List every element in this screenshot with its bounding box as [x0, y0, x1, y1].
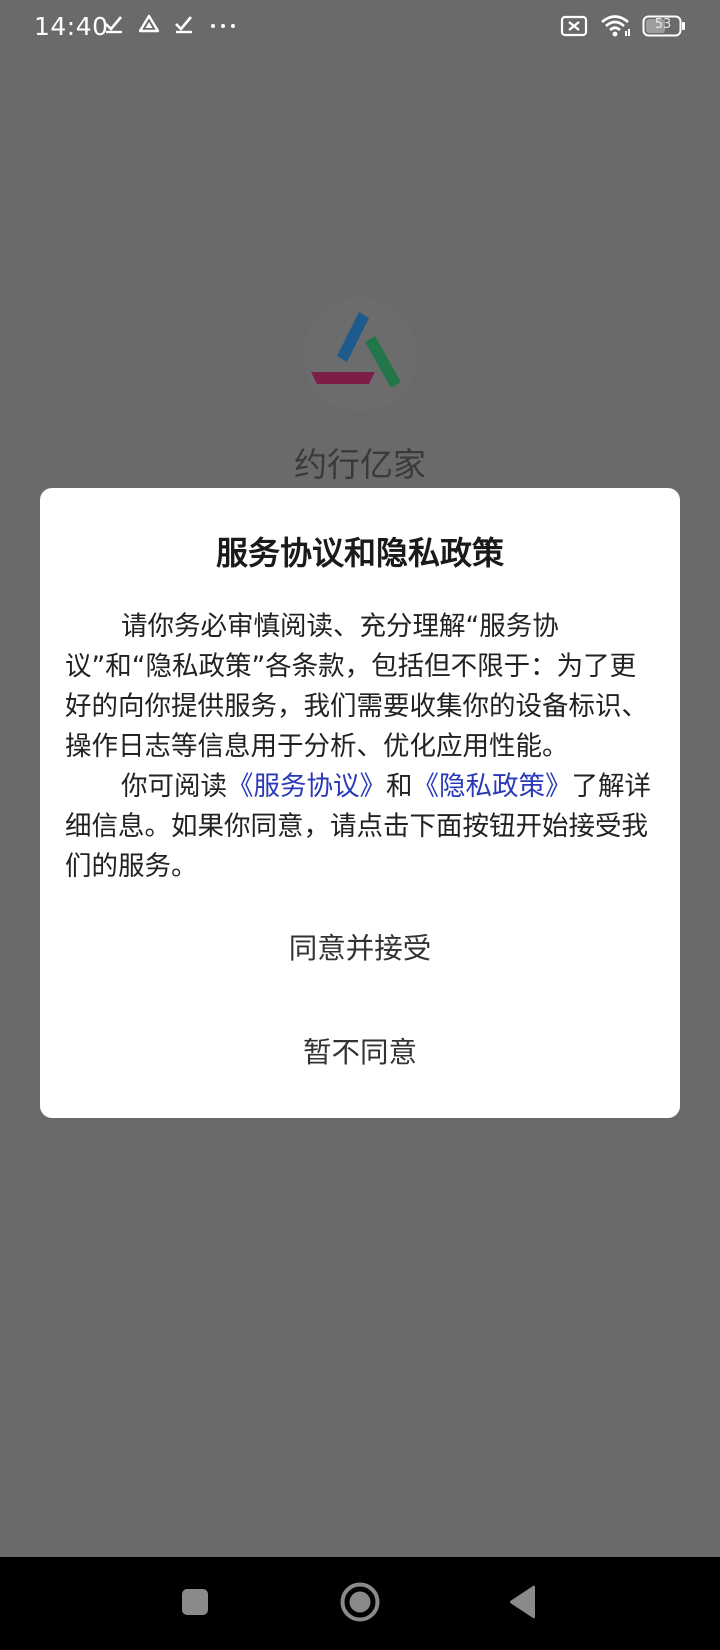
check-download-icon	[174, 14, 194, 34]
wifi-icon	[600, 14, 630, 38]
dialog-title: 服务协议和隐私政策	[215, 534, 504, 572]
back-triangle-icon	[507, 1584, 539, 1624]
recents-square-icon	[180, 1587, 210, 1621]
status-right-icons: 53	[560, 14, 686, 38]
service-agreement-link[interactable]: 《服务协议》	[227, 771, 386, 802]
no-sim-icon	[560, 15, 588, 37]
check-download-icon	[104, 14, 124, 34]
home-circle-icon	[339, 1581, 381, 1627]
app-name: 约行亿家	[294, 445, 426, 484]
dialog-body: 请你务必审慎阅读、充分理解“服务协议”和“隐私政策”各条款，包括但不限于：为了更…	[65, 607, 660, 887]
status-time: 14:40	[34, 12, 109, 41]
dialog-paragraph-2: 你可阅读《服务协议》和《隐私政策》了解详细信息。如果你同意，请点击下面按钮开始接…	[65, 767, 660, 887]
navigation-bar	[0, 1557, 720, 1650]
back-button[interactable]	[478, 1557, 568, 1650]
decline-button[interactable]: 暂不同意	[40, 1030, 680, 1071]
paragraph-2-and: 和	[386, 771, 413, 802]
accept-button[interactable]: 同意并接受	[40, 926, 680, 967]
dialog-paragraph-1: 请你务必审慎阅读、充分理解“服务协议”和“隐私政策”各条款，包括但不限于：为了更…	[65, 611, 648, 762]
app-logo	[303, 298, 417, 412]
status-left-icons	[104, 14, 238, 34]
status-bar: 14:40 53	[0, 0, 720, 54]
paragraph-2-prefix: 你可阅读	[121, 771, 227, 802]
battery-level: 53	[654, 17, 672, 32]
drive-icon	[138, 14, 160, 34]
battery-icon: 53	[642, 15, 686, 37]
home-button[interactable]	[315, 1557, 405, 1650]
more-dots-icon	[208, 14, 238, 34]
privacy-policy-link[interactable]: 《隐私政策》	[413, 771, 572, 802]
recents-button[interactable]	[150, 1557, 240, 1650]
